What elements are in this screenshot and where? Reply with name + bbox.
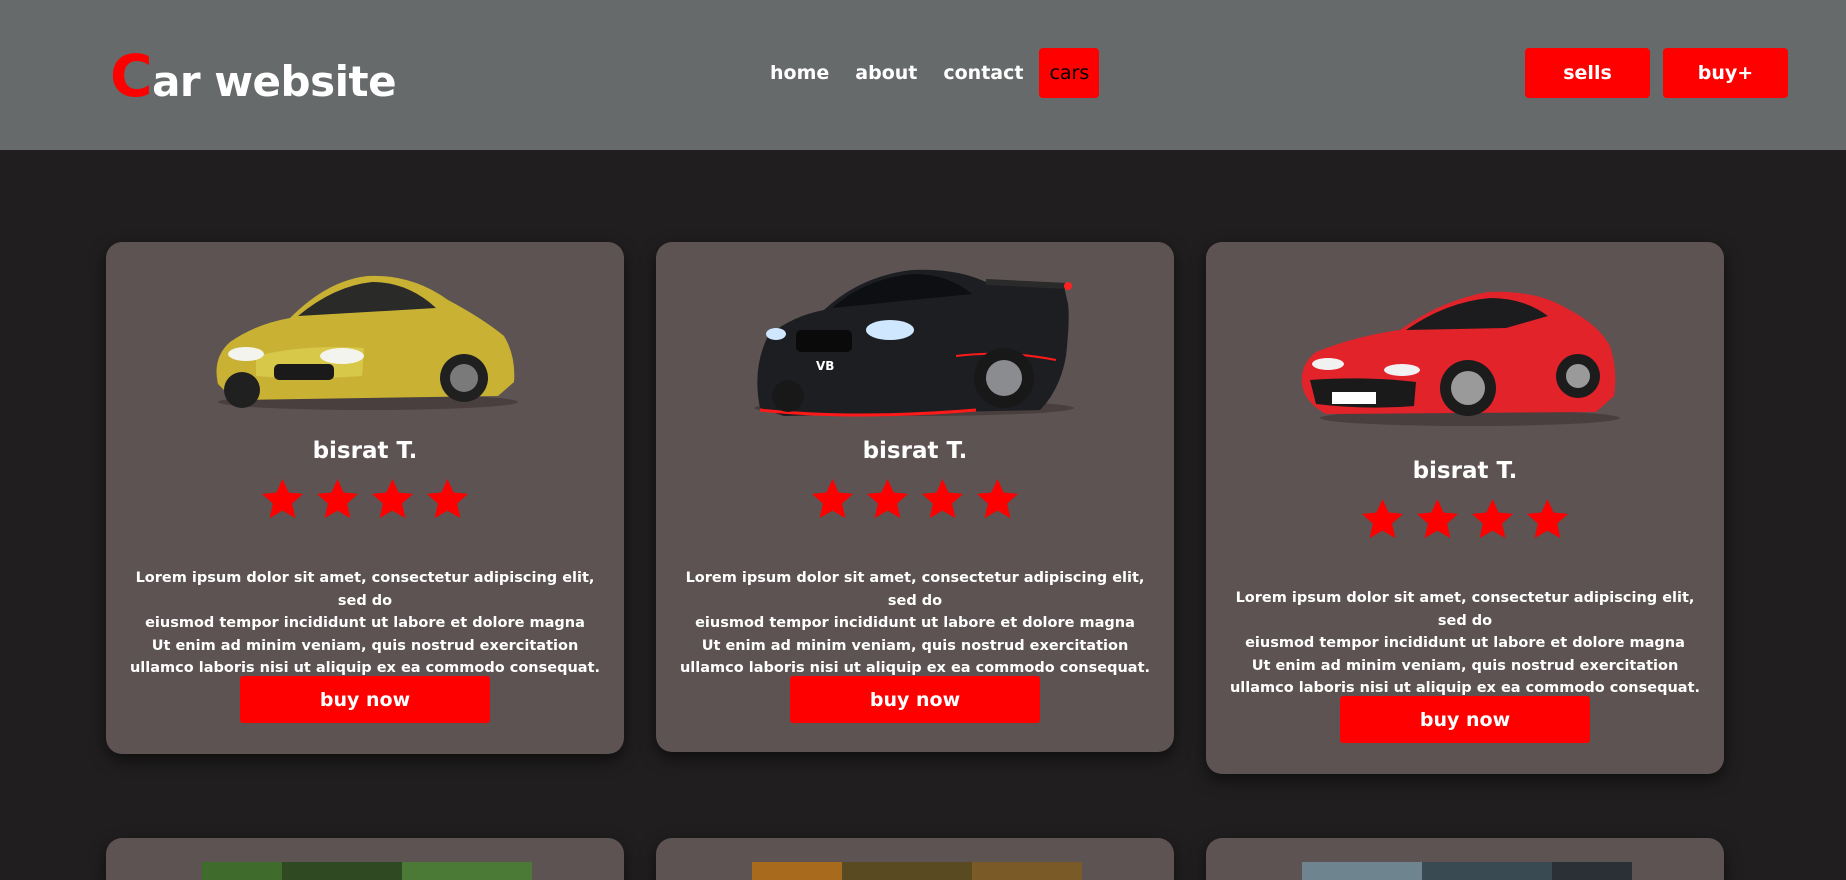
sells-button[interactable]: sells [1525, 48, 1650, 98]
owner-name: bisrat T. [862, 438, 968, 464]
star-icon [1416, 498, 1459, 539]
buy-now-button[interactable]: buy now [1340, 696, 1590, 743]
nav-home[interactable]: home [760, 48, 839, 98]
logo-text: ar website [152, 57, 397, 106]
car-photo-image [1302, 862, 1632, 880]
yellow-sports-car-image [216, 275, 518, 410]
rating-stars [656, 476, 1174, 523]
owner-name: bisrat T. [312, 438, 418, 464]
nav-about[interactable]: about [845, 48, 927, 98]
star-icon [1361, 498, 1404, 539]
star-icon [426, 478, 469, 519]
car-description: Lorem ipsum dolor sit amet, consectetur … [679, 570, 1151, 676]
star-icon [261, 478, 304, 519]
star-icon [1526, 498, 1569, 539]
logo-initial: C [110, 42, 153, 110]
car-photo-image [202, 862, 532, 880]
svg-text:VB: VB [816, 359, 834, 373]
site-logo[interactable]: Car website [110, 42, 397, 110]
star-icon [811, 478, 854, 519]
rating-stars [1206, 496, 1724, 543]
car-description: Lorem ipsum dolor sit amet, consectetur … [129, 570, 601, 676]
star-icon [976, 478, 1019, 519]
car-card: VB bisrat T. Lorem ipsum dolor sit amet,… [656, 242, 1174, 752]
star-icon [1471, 498, 1514, 539]
buy-plus-button[interactable]: buy+ [1663, 48, 1788, 98]
nav-cars[interactable]: cars [1039, 48, 1100, 98]
car-card: bisrat T. Lorem ipsum dolor sit amet, co… [106, 242, 624, 754]
black-tuned-car-image: VB [754, 269, 1074, 417]
buy-now-button[interactable]: buy now [790, 676, 1040, 723]
car-card [1206, 838, 1724, 880]
owner-name: bisrat T. [1412, 458, 1518, 484]
buy-now-button[interactable]: buy now [240, 676, 490, 723]
car-card [106, 838, 624, 880]
star-icon [371, 478, 414, 519]
car-card [656, 838, 1174, 880]
car-photo-image [752, 862, 1082, 880]
site-header: Car website home about contact cars sell… [0, 0, 1846, 150]
nav-contact[interactable]: contact [933, 48, 1033, 98]
red-electric-car-image [1301, 291, 1620, 426]
star-icon [316, 478, 359, 519]
main-nav: home about contact cars [760, 48, 1105, 98]
rating-stars [106, 476, 624, 523]
car-description: Lorem ipsum dolor sit amet, consectetur … [1229, 590, 1701, 696]
car-card: bisrat T. Lorem ipsum dolor sit amet, co… [1206, 242, 1724, 774]
star-icon [921, 478, 964, 519]
star-icon [866, 478, 909, 519]
